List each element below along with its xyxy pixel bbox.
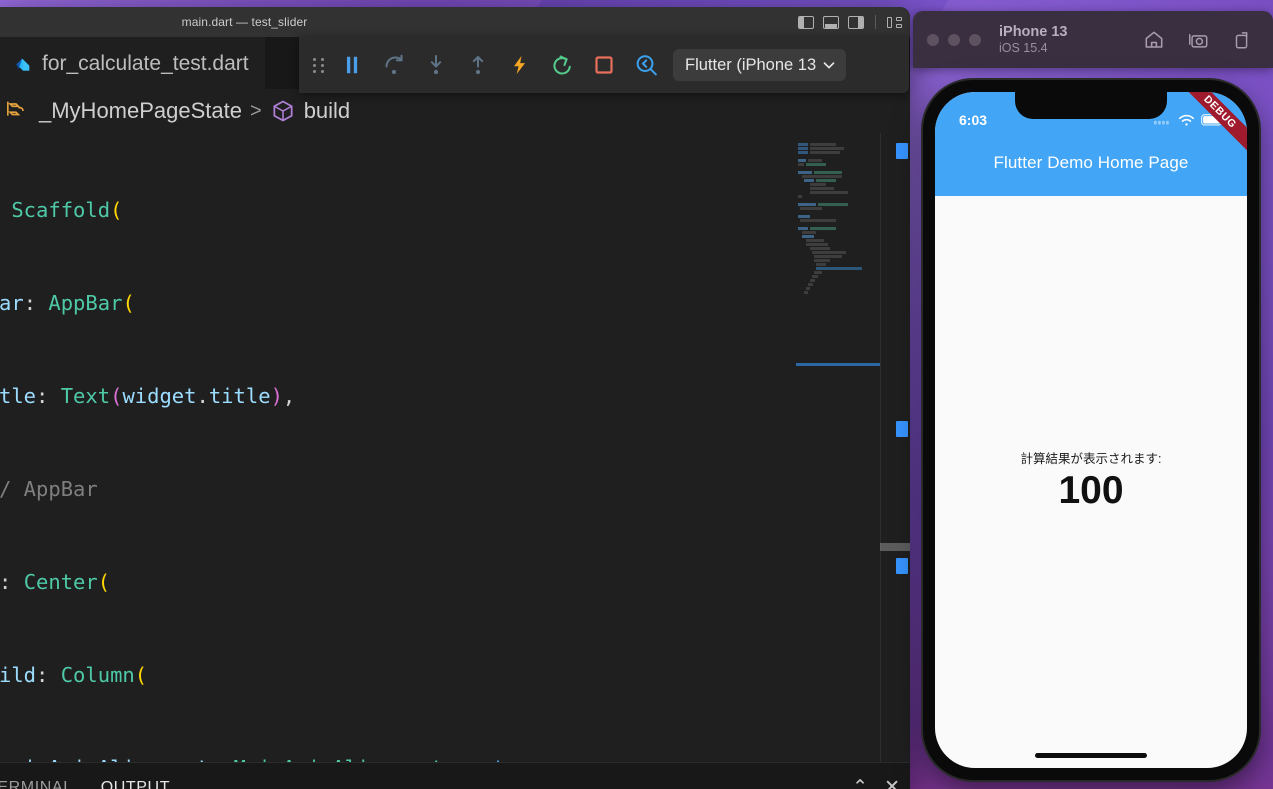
step-over-button[interactable] <box>373 45 415 85</box>
result-value: 100 <box>1058 469 1124 513</box>
step-into-button[interactable] <box>415 45 457 85</box>
app-bar-title: Flutter Demo Home Page <box>993 153 1189 172</box>
home-indicator[interactable] <box>1035 753 1147 758</box>
tab-label: for_calculate_test.dart <box>42 51 249 75</box>
window-title: main.dart — test_slider <box>181 15 308 29</box>
drag-handle-icon[interactable] <box>305 45 331 85</box>
minimize-button[interactable] <box>948 33 960 46</box>
hot-restart-button[interactable] <box>541 45 583 85</box>
scrollbar-marker <box>896 421 908 437</box>
panel-tab-output[interactable]: OUTPUT <box>101 779 170 789</box>
scrollbar-marker <box>896 143 908 159</box>
customize-layout-icon[interactable] <box>887 15 902 30</box>
status-time: 6:03 <box>959 112 988 128</box>
wifi-icon <box>1179 114 1194 126</box>
code-content: Scaffold( ar: AppBar( tle: Text(widget.t… <box>0 133 910 762</box>
code-line: Scaffold( <box>11 198 123 222</box>
debug-toolbar: Flutter (iPhone 13 <box>299 37 909 93</box>
editor-scrollbar[interactable] <box>880 133 910 762</box>
editor-minimap[interactable] <box>796 133 880 762</box>
code-line: mainAxisAlignment: MainAxisAlignment.cen… <box>0 753 910 762</box>
chevron-up-icon[interactable]: ⌃ <box>852 776 868 789</box>
step-out-button[interactable] <box>457 45 499 85</box>
simulator-device-name: iPhone 13 <box>999 23 1068 40</box>
app-body: 計算結果が表示されます: 100 <box>935 196 1247 768</box>
open-devtools-button[interactable] <box>625 45 667 85</box>
debug-session-select[interactable]: Flutter (iPhone 13 <box>673 49 847 81</box>
toggle-secondary-sidebar-icon[interactable] <box>848 15 864 30</box>
code-line: tle: Text(widget.title), <box>0 384 296 408</box>
window-traffic-lights <box>927 33 981 46</box>
vscode-window: main.dart — test_slider for_calculate_te… <box>0 7 910 789</box>
vscode-title-bar: main.dart — test_slider <box>0 7 910 37</box>
rotate-device-icon[interactable] <box>1231 29 1253 51</box>
pause-button[interactable] <box>331 45 373 85</box>
method-icon <box>273 100 293 122</box>
breadcrumb-item-method[interactable]: build <box>304 98 350 124</box>
breadcrumb-item-class[interactable]: _MyHomePageState <box>39 98 242 124</box>
layout-controls <box>798 7 902 37</box>
screenshot-camera-icon[interactable] <box>1187 29 1209 51</box>
stop-button[interactable] <box>583 45 625 85</box>
debug-session-label: Flutter (iPhone 13 <box>685 55 817 74</box>
scrollbar-thumb <box>880 543 910 551</box>
code-line: / AppBar <box>0 477 98 501</box>
class-icon <box>7 101 24 116</box>
screen-root: main.dart — test_slider for_calculate_te… <box>0 0 1273 789</box>
panel-tab-list: TERMINAL OUTPUT <box>0 763 910 789</box>
simulator-actions <box>1143 29 1259 51</box>
code-line: ild: Column( <box>0 663 148 687</box>
simulator-os-version: iOS 15.4 <box>999 40 1048 55</box>
close-button[interactable] <box>927 33 939 46</box>
panel-actions: ⌃ ✕ <box>852 776 900 789</box>
phone-device-frame: 6:03 Flutter Demo Home Page DEBUG 計算結果が表… <box>923 80 1259 780</box>
code-line: ar: AppBar( <box>0 291 135 315</box>
chevron-right-icon: > <box>250 99 262 122</box>
simulator-device-info: iPhone 13 iOS 15.4 <box>999 24 1068 56</box>
chevron-down-icon <box>823 62 835 69</box>
phone-screen[interactable]: 6:03 Flutter Demo Home Page DEBUG 計算結果が表… <box>935 92 1247 768</box>
code-line: : Center( <box>0 570 111 594</box>
toggle-panel-icon[interactable] <box>823 15 839 30</box>
close-icon[interactable]: ✕ <box>884 776 900 789</box>
breadcrumb: _MyHomePageState > build <box>0 89 910 133</box>
dart-file-icon <box>16 58 30 71</box>
toggle-primary-sidebar-icon[interactable] <box>798 15 814 30</box>
panel-tab-terminal[interactable]: TERMINAL <box>0 779 73 789</box>
bottom-panel: TERMINAL OUTPUT ⌃ ✕ <box>0 762 910 789</box>
phone-notch <box>1015 92 1167 119</box>
result-label: 計算結果が表示されます: <box>1020 452 1162 467</box>
simulator-title-bar: iPhone 13 iOS 15.4 <box>913 11 1273 68</box>
scrollbar-marker <box>896 558 908 574</box>
ios-simulator-window: iPhone 13 iOS 15.4 6:03 Flutter Demo Hom… <box>909 7 1273 782</box>
code-editor[interactable]: Scaffold( ar: AppBar( tle: Text(widget.t… <box>0 133 910 762</box>
divider <box>875 15 876 29</box>
hot-reload-button[interactable] <box>499 45 541 85</box>
tab-for-calculate-test-dart[interactable]: for_calculate_test.dart <box>0 37 265 89</box>
maximize-button[interactable] <box>969 33 981 46</box>
home-icon[interactable] <box>1143 29 1165 51</box>
